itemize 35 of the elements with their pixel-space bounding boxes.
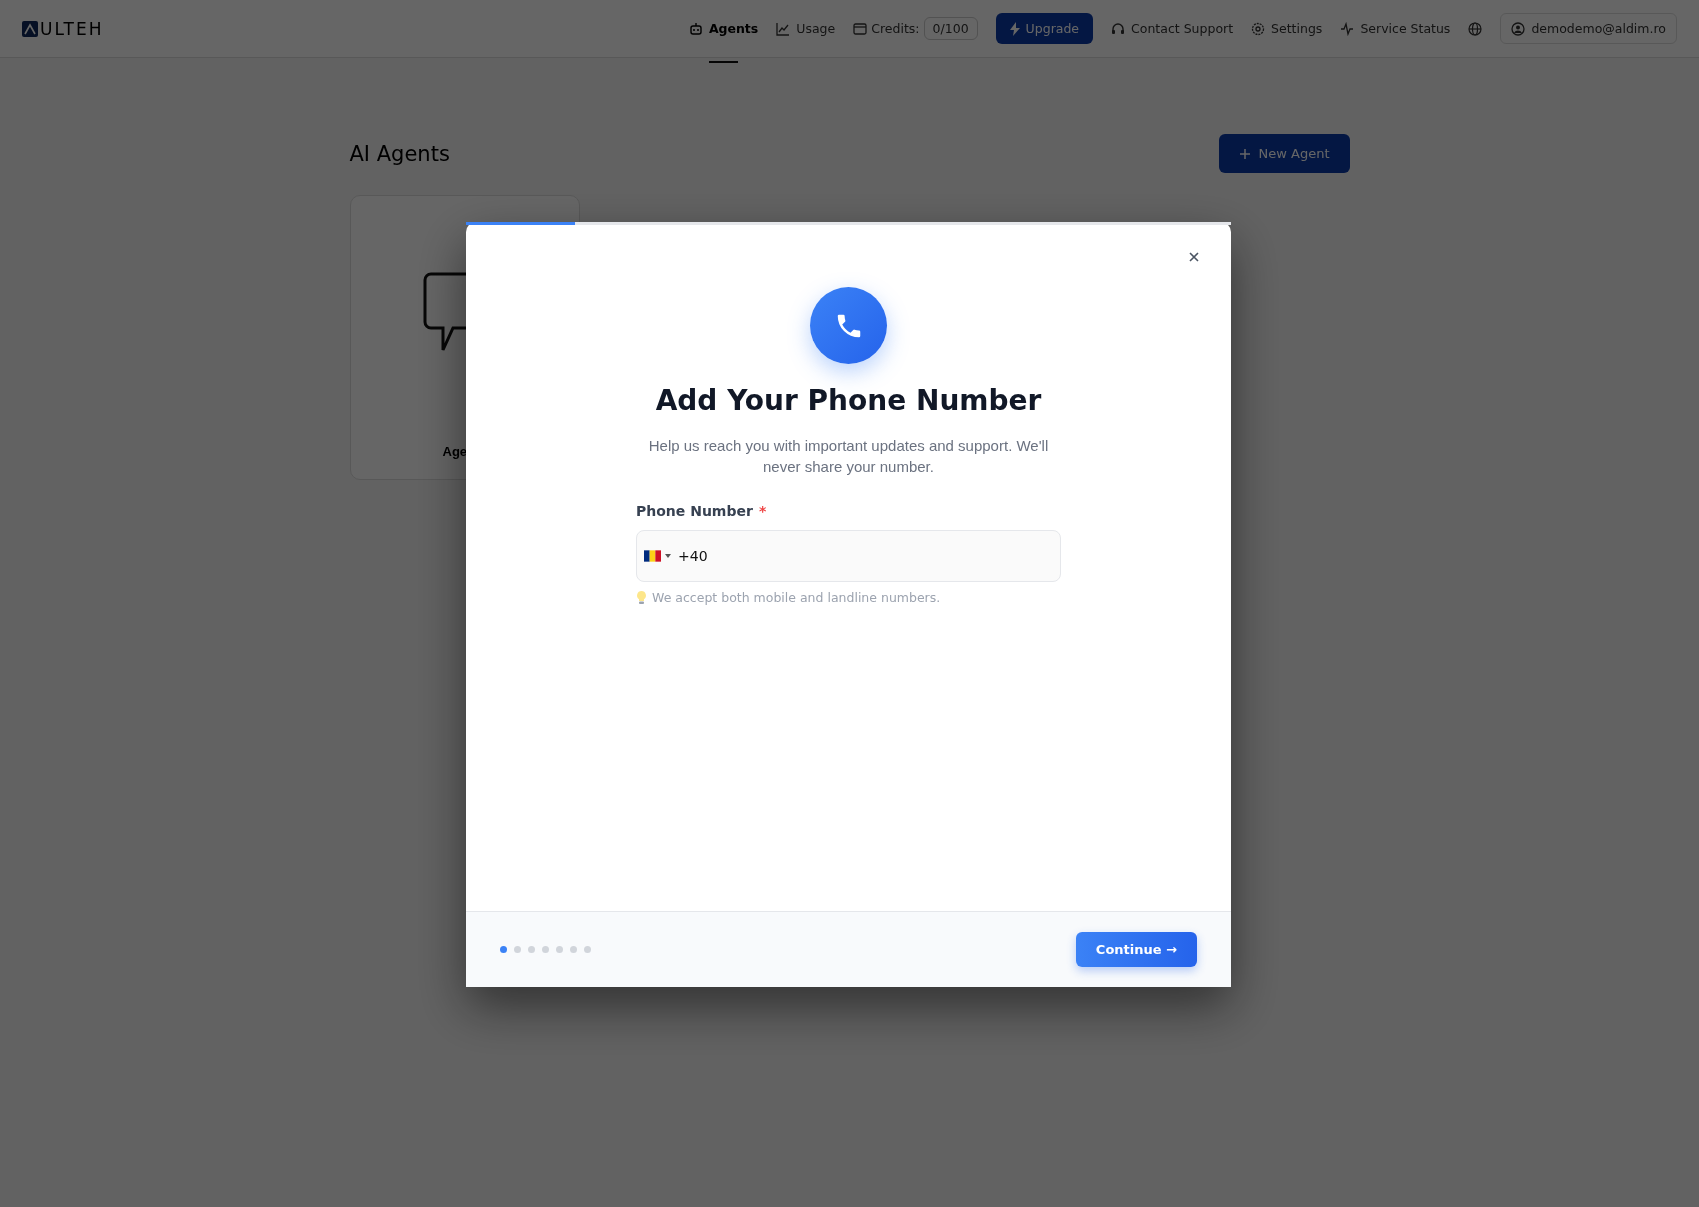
- user-icon: [1511, 21, 1526, 36]
- nav-link[interactable]: Service Status: [1340, 21, 1451, 36]
- speech-bubble-icon: [422, 272, 467, 352]
- lightning-icon: [1009, 21, 1020, 36]
- required-mark: *: [758, 503, 767, 519]
- headset-icon: [1111, 21, 1126, 36]
- pulse-icon: [1340, 21, 1355, 36]
- robot-icon: [688, 21, 703, 36]
- credits-count: 0/100: [923, 17, 978, 40]
- modal-subtitle: Help us reach you with important updates and support. We'll never share your number.: [648, 436, 1049, 477]
- field-label: Phone Number: [636, 503, 753, 519]
- settings-icon: [1251, 21, 1266, 36]
- upgrade-button[interactable]: Upgrade: [995, 13, 1094, 44]
- caret-icon: [665, 554, 671, 558]
- chart-icon: [776, 21, 791, 36]
- credits-label: Credits:: [871, 21, 920, 36]
- page-title: AI Agents: [349, 141, 450, 166]
- user-menu-button[interactable]: demodemo@aldim.ro: [1500, 13, 1677, 44]
- lightbulb-icon: [636, 590, 647, 605]
- agent-card-label: Age: [442, 444, 468, 459]
- logo-icon: [22, 20, 38, 37]
- modal-title: Add Your Phone Number: [655, 384, 1042, 417]
- plus-icon: [1238, 147, 1251, 160]
- close-icon: [1189, 252, 1199, 262]
- card-icon: [853, 22, 868, 35]
- field-hint: We accept both mobile and landline numbers.: [652, 590, 941, 605]
- continue-button[interactable]: Continue →: [1075, 932, 1197, 967]
- nav-link[interactable]: Contact Support: [1111, 21, 1234, 36]
- brand-name: ULTEH: [40, 18, 104, 39]
- globe-icon[interactable]: [1468, 21, 1483, 36]
- nav-link[interactable]: Usage: [776, 21, 836, 36]
- new-agent-button[interactable]: New Agent: [1218, 134, 1350, 173]
- nav-link[interactable]: Settings: [1251, 21, 1323, 36]
- flag-icon: [644, 550, 661, 562]
- phone-input-field[interactable]: +40: [636, 530, 1061, 582]
